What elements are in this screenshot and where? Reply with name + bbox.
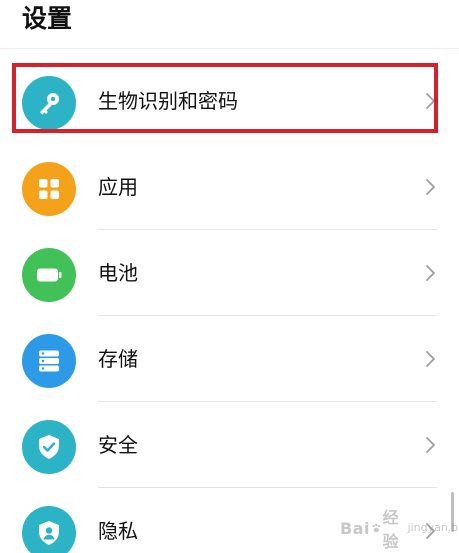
settings-item-security[interactable]: 安全 bbox=[0, 402, 459, 488]
settings-screen: 设置 生物识别和密码 应用 电池 存储 安全 隐私 Bai 经验 jingyan… bbox=[0, 0, 459, 553]
chevron-right-icon bbox=[426, 179, 435, 195]
settings-item-apps[interactable]: 应用 bbox=[0, 144, 459, 230]
settings-item-biometrics-password[interactable]: 生物识别和密码 bbox=[0, 58, 459, 144]
header-divider bbox=[0, 48, 459, 49]
settings-item-battery[interactable]: 电池 bbox=[0, 230, 459, 316]
settings-item-label: 应用 bbox=[98, 175, 138, 199]
settings-item-storage[interactable]: 存储 bbox=[0, 316, 459, 402]
settings-item-label: 存储 bbox=[98, 347, 138, 371]
watermark-logo-left: Bai bbox=[340, 518, 370, 538]
watermark-logo-right: 经验 bbox=[382, 508, 400, 551]
key-icon bbox=[22, 76, 76, 130]
watermark: Bai 经验 jingyan.baidu.com bbox=[340, 504, 459, 552]
chevron-right-icon bbox=[426, 437, 435, 453]
paw-icon bbox=[372, 523, 381, 533]
chevron-right-icon bbox=[426, 265, 435, 281]
settings-item-label: 隐私 bbox=[98, 519, 138, 543]
chevron-right-icon bbox=[426, 93, 435, 109]
shield-check-icon bbox=[22, 420, 76, 474]
apps-grid-icon bbox=[22, 162, 76, 216]
battery-icon bbox=[22, 248, 76, 302]
page-title: 设置 bbox=[22, 4, 73, 33]
storage-icon bbox=[22, 334, 76, 388]
settings-item-label: 电池 bbox=[98, 261, 138, 285]
watermark-caption: jingyan.baidu.com bbox=[407, 521, 459, 534]
privacy-user-icon bbox=[22, 506, 76, 553]
chevron-right-icon bbox=[426, 351, 435, 367]
settings-item-label: 生物识别和密码 bbox=[98, 89, 238, 113]
settings-list: 生物识别和密码 应用 电池 存储 安全 隐私 bbox=[0, 58, 459, 553]
settings-item-label: 安全 bbox=[98, 433, 138, 457]
